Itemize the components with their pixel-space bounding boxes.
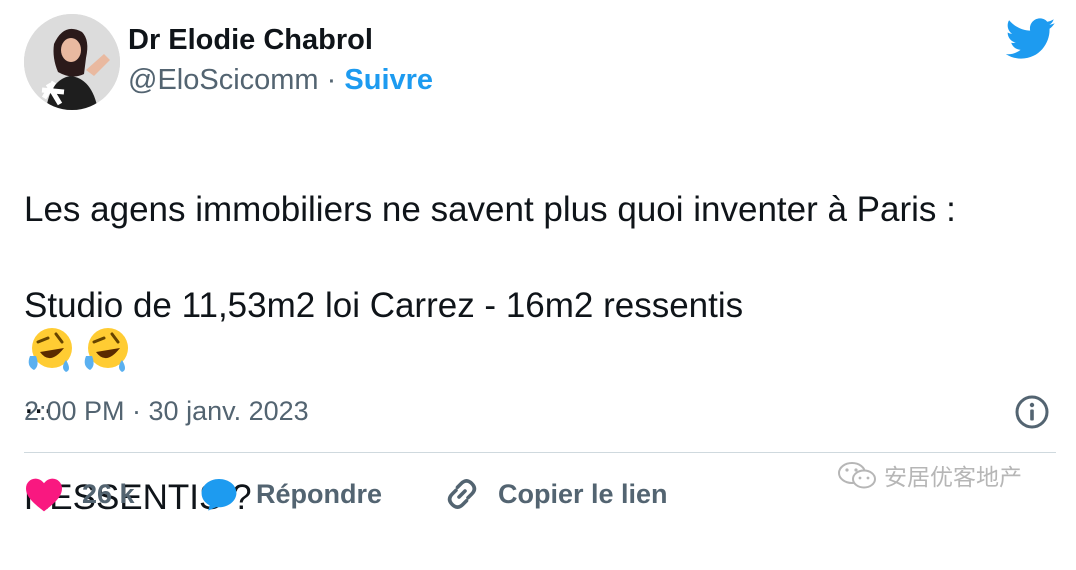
tweet-line: Les agens immobiliers ne savent plus quo… xyxy=(24,190,956,229)
twitter-bird-icon[interactable] xyxy=(1006,18,1056,60)
follow-button[interactable]: Suivre xyxy=(344,64,433,96)
rolling-on-floor-laughing-icon xyxy=(28,328,72,372)
separator-dot: · xyxy=(326,64,337,96)
copy-link-label: Copier le lien xyxy=(498,478,668,509)
wechat-icon xyxy=(838,462,876,489)
author-name[interactable]: Dr Elodie Chabrol xyxy=(128,24,373,57)
tweet-timestamp[interactable]: 2:00 PM · 30 janv. 2023 xyxy=(24,396,309,427)
heart-icon xyxy=(26,478,62,512)
action-bar: 26 k Répondre Copier le lien xyxy=(24,470,668,518)
author-handle-row: @EloScicomm · Suivre xyxy=(128,64,433,97)
like-button[interactable]: 26 k xyxy=(24,476,194,512)
watermark-text: 安居优客地产 xyxy=(884,465,1022,491)
reply-bubble-icon xyxy=(201,478,237,511)
author-handle[interactable]: @EloScicomm xyxy=(128,64,319,96)
tweet-line: Studio de 11,53m2 loi Carrez - 16m2 ress… xyxy=(24,286,744,325)
like-count: 26 k xyxy=(82,478,135,509)
avatar[interactable] xyxy=(24,14,120,110)
avatar-photo-icon xyxy=(24,14,120,110)
divider xyxy=(24,452,1056,453)
copy-link-button[interactable]: Copier le lien xyxy=(444,476,668,512)
reply-label: Répondre xyxy=(256,478,383,509)
info-icon[interactable] xyxy=(1014,394,1050,430)
emoji-row xyxy=(26,326,132,374)
reply-button[interactable]: Répondre xyxy=(200,476,440,512)
rolling-on-floor-laughing-icon xyxy=(84,328,128,372)
link-icon xyxy=(447,479,477,509)
watermark: 安居优客地产 xyxy=(836,458,1022,492)
